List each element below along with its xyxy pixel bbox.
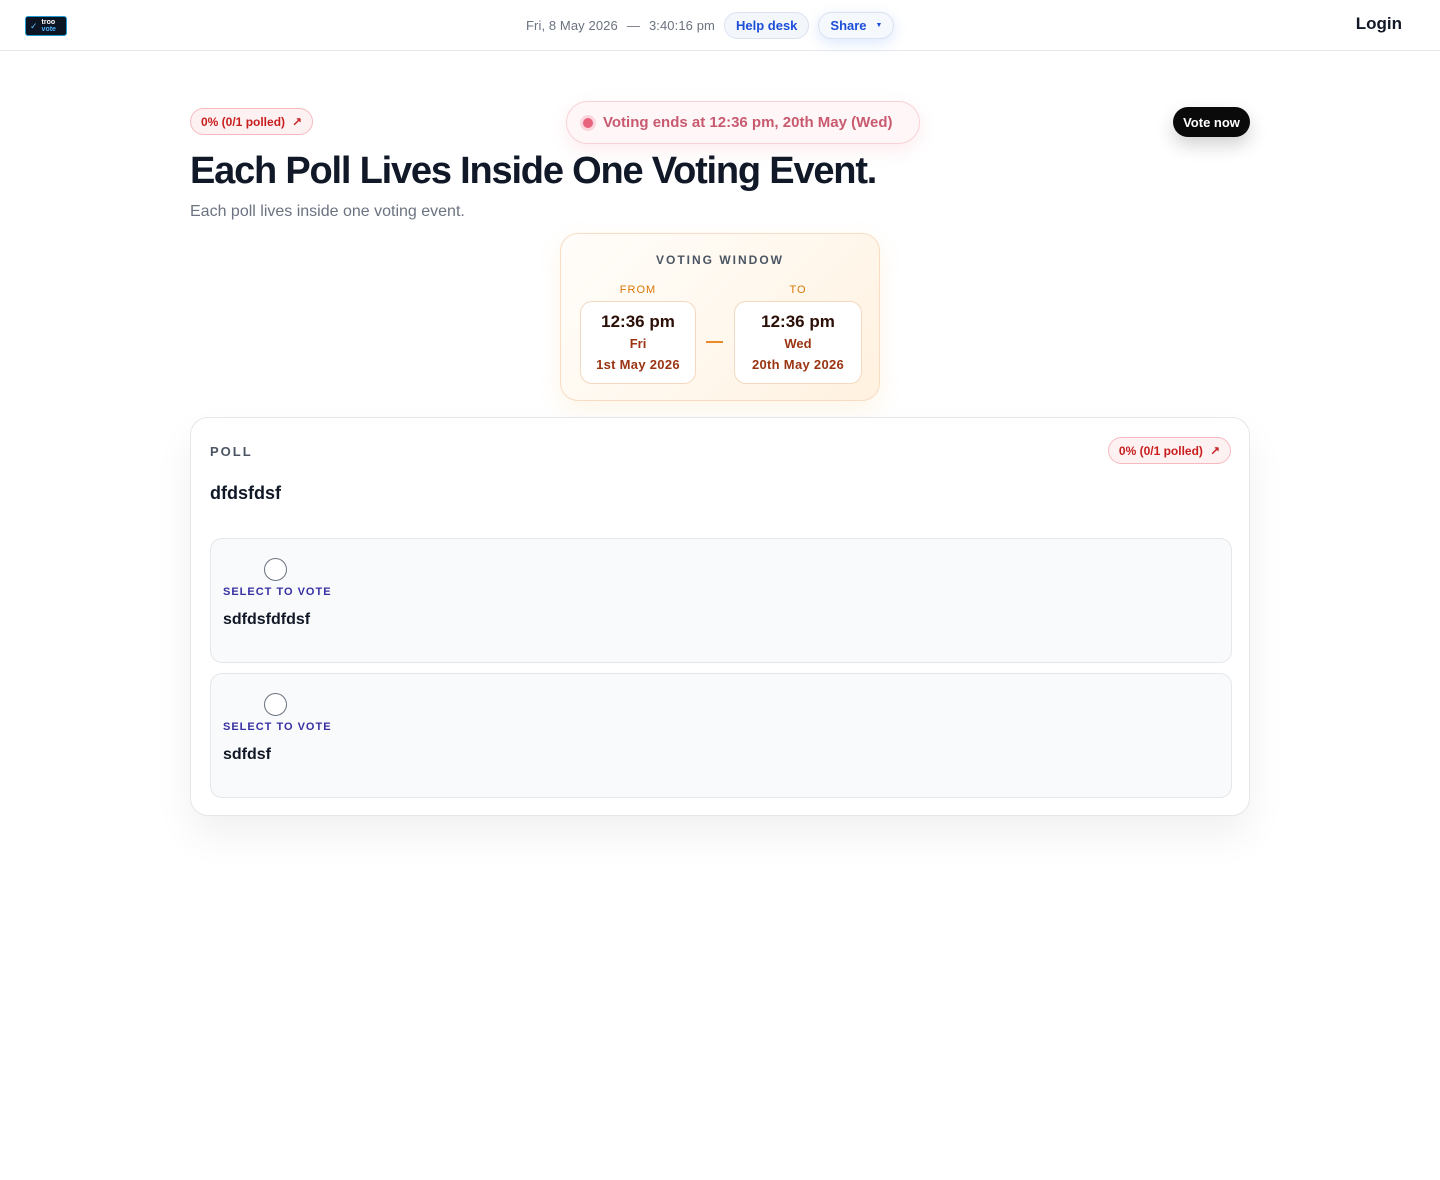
voting-ends-pill: Voting ends at 12:36 pm, 20th May (Wed): [566, 101, 920, 144]
window-from-time: 12:36 pm: [601, 312, 675, 331]
window-from-date: 1st May 2026: [596, 357, 680, 372]
poll-option-text: sdfdsf: [223, 746, 271, 763]
radio-icon[interactable]: [264, 693, 287, 716]
poll-option[interactable]: SELECT TO VOTE sdfdsf: [210, 673, 1232, 798]
logo-wordmark: troo vote: [42, 19, 56, 33]
page-subtitle: Each poll lives inside one voting event.: [190, 203, 465, 220]
voting-ends-text: Voting ends at 12:36 pm, 20th May (Wed): [603, 114, 893, 131]
poll-label: POLL: [210, 444, 253, 459]
window-from-label: FROM: [619, 284, 657, 296]
current-date: Fri, 8 May 2026: [526, 17, 618, 33]
share-button-label: Share: [830, 17, 867, 33]
live-dot-icon: [583, 117, 593, 128]
logo-word-vote: vote: [41, 26, 56, 33]
select-to-vote-label: SELECT TO VOTE: [223, 721, 332, 733]
poll-card: POLL 0% (0/1 polled) ↗ dfdsfdsf SELECT T…: [190, 417, 1250, 816]
logo-word-troo: troo: [41, 19, 56, 26]
check-icon: ✓: [30, 20, 38, 31]
current-time: 3:40:16 pm: [648, 17, 715, 33]
window-to-box: 12:36 pm Wed 20th May 2026: [734, 301, 862, 384]
poll-question: dfdsfdsf: [210, 483, 281, 503]
event-polled-text: 0% (0/1 polled): [201, 114, 286, 129]
arrow-up-right-icon: ↗: [292, 114, 303, 129]
arrow-up-right-icon: ↗: [1209, 443, 1220, 458]
window-from-day: Fri: [629, 336, 647, 351]
help-desk-button[interactable]: Help desk: [723, 11, 810, 39]
share-button[interactable]: Share ▼: [818, 11, 895, 39]
top-center-group: Fri, 8 May 2026 — 3:40:16 pm Help desk Sha…: [526, 11, 895, 39]
event-polled-badge[interactable]: 0% (0/1 polled) ↗: [190, 108, 314, 135]
login-link[interactable]: Login: [1356, 14, 1402, 34]
poll-option-text: sdfdsfdfdsf: [223, 611, 311, 628]
window-range-separator: [706, 341, 723, 343]
datetime-separator: —: [626, 17, 640, 33]
window-to-date: 20th May 2026: [751, 357, 845, 372]
current-datetime: Fri, 8 May 2026 — 3:40:16 pm: [526, 18, 715, 33]
top-bar: ✓ troo vote Fri, 8 May 2026 — 3:40:16 pm H…: [0, 0, 1440, 51]
window-from-box: 12:36 pm Fri 1st May 2026: [580, 301, 696, 384]
select-to-vote-label: SELECT TO VOTE: [223, 586, 332, 598]
page-title: Each Poll Lives Inside One Voting Event.: [190, 150, 877, 192]
poll-option[interactable]: SELECT TO VOTE sdfdsfdfdsf: [210, 538, 1232, 663]
window-to-label: TO: [789, 284, 807, 296]
radio-icon[interactable]: [264, 558, 287, 581]
troovote-logo[interactable]: ✓ troo vote: [25, 16, 67, 36]
voting-window-card: VOTING WINDOW FROM TO 12:36 pm Fri 1st M…: [560, 233, 880, 401]
vote-now-button[interactable]: Vote now: [1173, 107, 1250, 137]
voting-window-title: VOTING WINDOW: [656, 253, 784, 267]
window-to-time: 12:36 pm: [761, 312, 835, 331]
poll-polled-text: 0% (0/1 polled): [1118, 443, 1203, 458]
poll-polled-badge[interactable]: 0% (0/1 polled) ↗: [1107, 437, 1231, 464]
caret-down-icon: ▼: [875, 21, 883, 29]
window-to-day: Wed: [784, 336, 812, 351]
